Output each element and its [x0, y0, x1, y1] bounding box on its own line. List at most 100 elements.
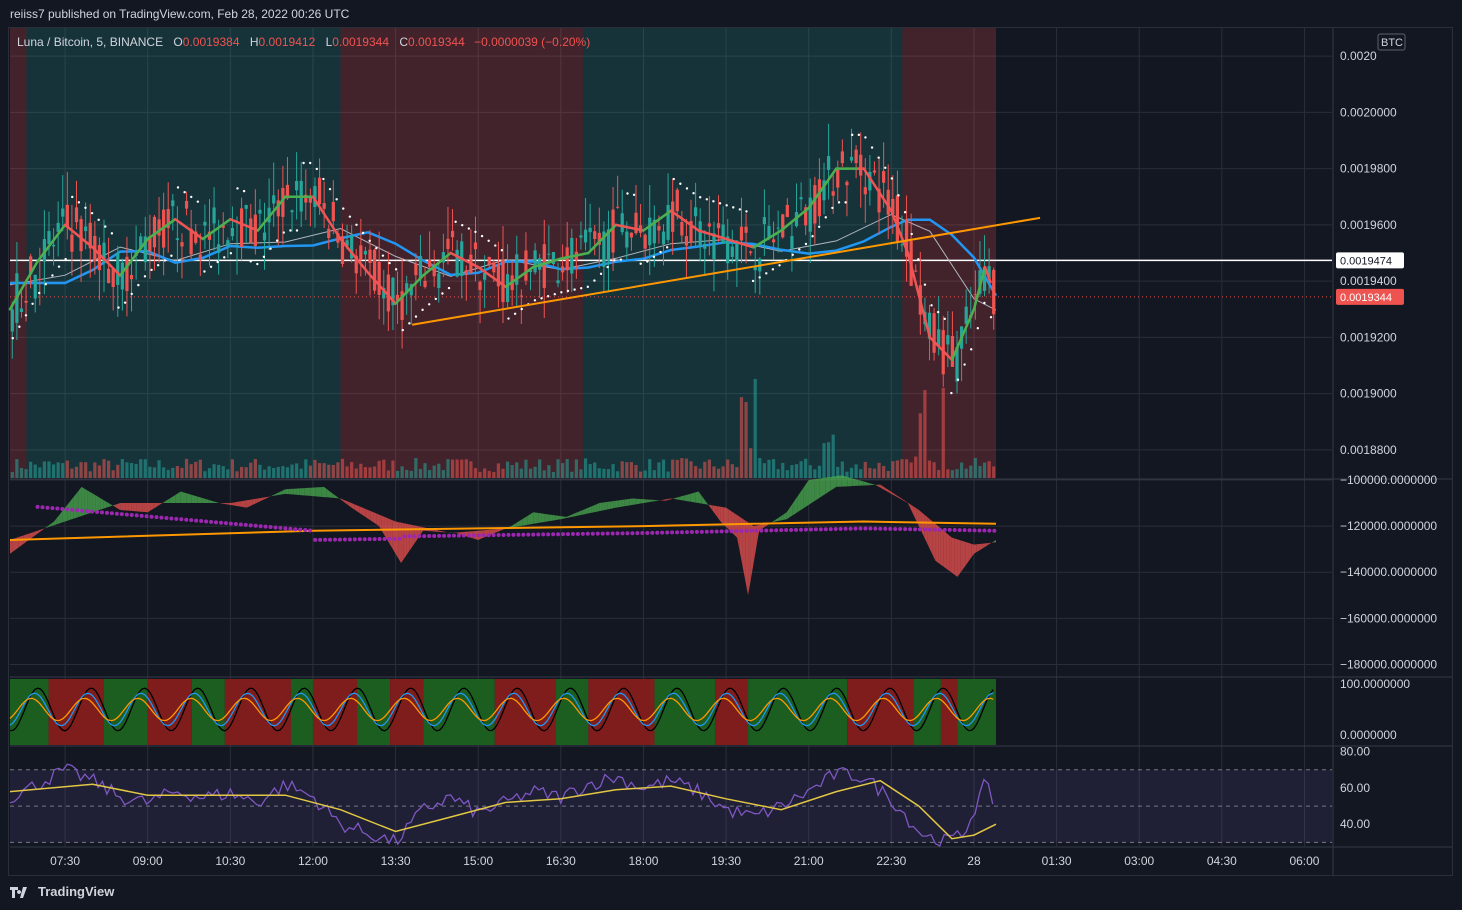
oscillator-fill: [527, 514, 531, 525]
candle-body: [473, 242, 478, 250]
volume-bar: [959, 462, 964, 478]
volume-bar: [597, 468, 601, 478]
price-axis-tick: 0.0018800: [1340, 443, 1397, 457]
oscillator-fill: [547, 514, 550, 522]
oscillator-dot: [278, 525, 283, 530]
oscillator-dot: [382, 536, 387, 541]
volume-bar: [377, 460, 381, 478]
oscillator-dot: [789, 527, 794, 532]
candle-body: [51, 244, 56, 247]
oscillator-dot: [407, 534, 412, 539]
volume-bar: [982, 462, 987, 478]
oscillator-fill: [563, 516, 567, 519]
oscillator-dot: [838, 526, 843, 531]
oscillator-dot: [184, 517, 189, 522]
candle-body: [785, 204, 789, 217]
oscillator-fill: [351, 503, 355, 510]
oscillator-fill: [632, 498, 636, 505]
oscillator-fill: [850, 477, 853, 487]
psar-dot: [533, 299, 537, 302]
oscillator-fill: [293, 488, 297, 495]
oscillator-dot: [283, 526, 288, 531]
volume-bar: [226, 469, 230, 478]
oscillator-fill: [246, 499, 250, 508]
oscillator-dot: [714, 529, 719, 534]
oscillator-dot: [471, 533, 476, 538]
candle-body: [414, 263, 418, 276]
oscillator-fill: [307, 487, 311, 496]
oscillator-fill: [191, 494, 195, 504]
oscillator-fill: [869, 483, 873, 486]
volume-bar: [198, 459, 202, 478]
oscillator-fill: [593, 504, 597, 513]
volume-bar: [432, 465, 436, 478]
time-axis-tick: 13:30: [381, 854, 411, 868]
volume-bar: [758, 458, 762, 478]
psar-dot: [242, 189, 246, 193]
change-value: −0.0000039 (−0.20%): [474, 35, 591, 49]
psar-dot: [540, 297, 543, 300]
volume-bar: [405, 469, 409, 478]
oscillator-dot: [843, 526, 848, 531]
candle-body: [372, 249, 377, 291]
volume-bar: [253, 459, 257, 478]
oscillator-dot: [704, 529, 709, 534]
volume-bar: [221, 466, 225, 478]
volume-bar: [505, 461, 510, 478]
oscillator-dot: [769, 528, 774, 533]
psar-dot: [566, 289, 570, 293]
oscillator-dot: [124, 512, 129, 517]
volume-bar: [414, 458, 418, 478]
oscillator-dot: [987, 528, 992, 533]
oscillator-fill: [290, 488, 294, 495]
volume-bar: [171, 467, 175, 478]
psar-dot: [408, 322, 411, 325]
oscillator-fill: [701, 495, 705, 504]
volume-bar: [487, 470, 491, 478]
symbol-title[interactable]: Luna / Bitcoin, 5, BINANCE: [17, 35, 163, 49]
oscillator-dot: [75, 508, 80, 513]
volume-bar: [106, 460, 111, 478]
price-axis-tick: 0.0020000: [1340, 105, 1397, 119]
volume-bar: [418, 468, 423, 478]
tradingview-footer[interactable]: TradingView: [10, 884, 114, 899]
oscillator-dot: [139, 513, 144, 518]
volume-bar: [386, 470, 390, 478]
oscillator-dot: [942, 527, 947, 532]
volume-bar: [661, 459, 666, 478]
oscillator-dot: [169, 516, 174, 521]
volume-bar: [753, 378, 757, 478]
oscillator-fill: [624, 499, 627, 507]
candle-body: [707, 223, 711, 227]
oscillator-fill: [114, 503, 118, 509]
candle-body: [932, 313, 936, 353]
oscillator-dot: [223, 521, 228, 526]
oscillator-dot: [798, 527, 803, 532]
volume-bar: [629, 462, 634, 478]
oscillator-dot: [699, 529, 704, 534]
oscillator-dot: [660, 530, 665, 535]
candle-body: [547, 253, 551, 255]
volume-bar: [973, 458, 977, 478]
volume-bar: [428, 469, 432, 478]
oscillator-dot: [898, 527, 903, 532]
volume-bar: [767, 459, 771, 478]
oscillator-fill: [643, 499, 647, 504]
psar-dot: [97, 218, 100, 222]
volume-bar: [964, 468, 968, 478]
oscillator-fill: [379, 514, 382, 531]
oscillator-fill: [646, 499, 649, 503]
oscillator-fill: [648, 499, 652, 503]
oscillator-fill: [756, 524, 760, 547]
oscillator-dot: [556, 532, 561, 537]
volume-bar: [19, 467, 24, 478]
chart-canvas[interactable]: 0.0020 0.0020000 0.0019800 0.0019600 0.00194…: [0, 0, 1462, 910]
oscillator-dot: [570, 532, 575, 537]
volume-bar: [625, 462, 629, 478]
oscillator-dot: [982, 528, 987, 533]
psar-dot: [335, 198, 338, 201]
oscillator-dot: [486, 533, 491, 538]
candle-body: [61, 208, 65, 217]
volume-bar: [450, 459, 455, 478]
oscillator-fill: [778, 515, 782, 521]
